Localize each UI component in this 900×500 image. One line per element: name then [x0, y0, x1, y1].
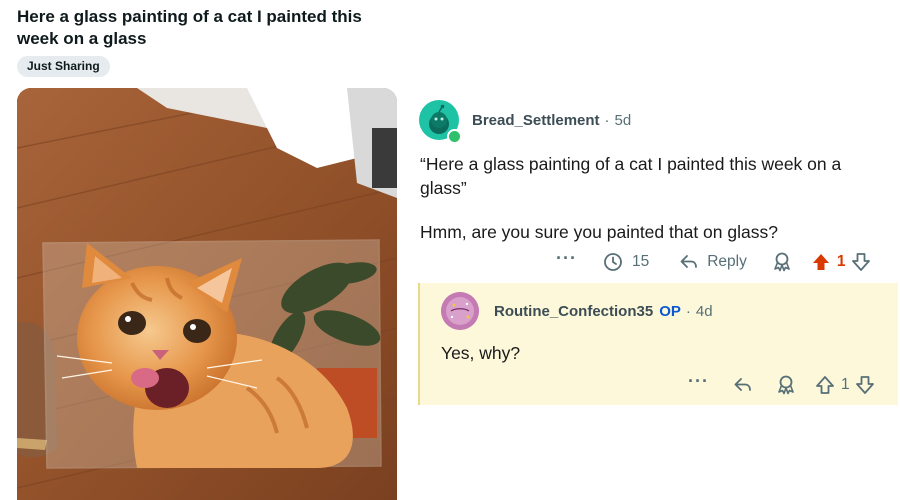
- op-badge: OP: [659, 303, 681, 320]
- comment-author[interactable]: Bread_Settlement: [472, 112, 600, 129]
- downvote-icon: [855, 376, 874, 394]
- reply-text: Yes, why?: [441, 343, 521, 363]
- upvote-button[interactable]: [815, 375, 835, 395]
- vote-score: 1: [840, 376, 850, 393]
- reply-actions: ··· 1: [688, 372, 875, 397]
- comment-age[interactable]: 5d: [615, 112, 632, 129]
- upvote-button[interactable]: [811, 252, 831, 272]
- more-options-icon[interactable]: ···: [688, 372, 709, 390]
- online-status-dot: [447, 129, 462, 144]
- award-ribbon-icon: [778, 375, 794, 395]
- vote-score: 1: [836, 253, 846, 270]
- award-clock-icon: [604, 253, 622, 271]
- meta-separator: ·: [685, 303, 691, 320]
- reply-age[interactable]: 4d: [696, 303, 713, 320]
- comment-meta: Bread_Settlement · 5d: [472, 112, 631, 129]
- award-button[interactable]: [775, 374, 797, 396]
- reply-author[interactable]: Routine_Confection35: [494, 303, 653, 320]
- post-flair[interactable]: Just Sharing: [17, 56, 110, 77]
- downvote-icon: [851, 253, 870, 271]
- meta-separator: ·: [604, 112, 610, 129]
- cat-glass-painting-photo: [17, 88, 397, 500]
- comment-quote: “Here a glass painting of a cat I painte…: [420, 154, 842, 198]
- post-title[interactable]: Here a glass painting of a cat I painted…: [17, 6, 397, 50]
- reply-avatar[interactable]: [441, 292, 479, 330]
- award-button[interactable]: [771, 251, 793, 273]
- comment-body: “Here a glass painting of a cat I painte…: [420, 152, 890, 244]
- reply-label: Reply: [707, 253, 747, 270]
- reply-button[interactable]: [733, 375, 753, 395]
- reply-button[interactable]: Reply: [679, 252, 747, 272]
- awards-count: 15: [631, 253, 650, 270]
- reply-arrow-icon: [734, 378, 751, 391]
- upvote-filled-icon: [812, 254, 829, 270]
- comment-text: Hmm, are you sure you painted that on gl…: [420, 222, 778, 242]
- award-ribbon-icon: [774, 252, 790, 272]
- comment-actions: ··· 15 Reply 1: [556, 249, 871, 274]
- more-options-icon[interactable]: ···: [556, 249, 577, 267]
- custom-avatar-icon: [441, 292, 479, 330]
- upvote-icon: [816, 376, 834, 394]
- downvote-button[interactable]: [855, 375, 875, 395]
- awards-button[interactable]: 15: [603, 252, 649, 272]
- post-image[interactable]: [17, 88, 397, 500]
- downvote-button[interactable]: [851, 252, 871, 272]
- reply-arrow-icon: [680, 255, 698, 268]
- reply-meta: Routine_Confection35 OP · 4d: [494, 303, 713, 320]
